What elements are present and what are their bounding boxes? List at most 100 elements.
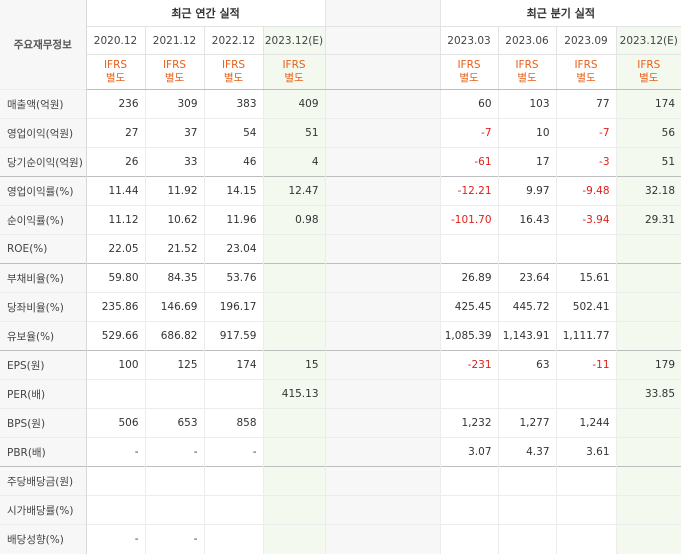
table-row: 당기순이익(억원) 26 33 46 4 -61 17 -3 51 (0, 147, 681, 177)
annual-value-cell (203, 379, 263, 409)
ifrs-standard-label: IFRS 별도 (555, 54, 617, 90)
quarter-value-cell (615, 263, 681, 293)
annual-value-cell (203, 466, 263, 496)
ifrs-bottom-label: 별도 (576, 72, 596, 84)
row-label: 주당배당금(원) (0, 466, 87, 496)
spacer-cell (324, 234, 441, 264)
row-label: 순이익률(%) (0, 205, 87, 235)
quarter-value-cell: 1,277 (497, 408, 557, 438)
annual-value-cell (203, 524, 263, 554)
annual-value-cell: 11.44 (85, 176, 145, 206)
annual-value-cell: 23.04 (203, 234, 263, 264)
table-row: 매출액(억원) 236 309 383 409 60 103 77 174 (0, 89, 681, 119)
row-label: 시가배당률(%) (0, 495, 87, 525)
annual-value-cell: 15 (262, 350, 326, 380)
spacer-cell (324, 205, 441, 235)
annual-value-cell: 686.82 (144, 321, 204, 351)
quarter-value-cell (439, 495, 499, 525)
annual-value-cell (85, 495, 145, 525)
annual-value-cell (203, 495, 263, 525)
annual-value-cell: 37 (144, 118, 204, 148)
ifrs-standard-label: IFRS 별도 (85, 54, 145, 90)
period-quarter-0: 2023.03 (439, 26, 499, 55)
row-label: 배당성향(%) (0, 524, 87, 554)
annual-value-cell (262, 234, 326, 264)
ifrs-top-label: IFRS (103, 59, 128, 71)
ifrs-bottom-label: 별도 (223, 72, 244, 84)
period-quarter-1: 2023.06 (497, 26, 557, 55)
ifrs-bottom-label: 별도 (105, 72, 126, 84)
quarter-value-cell (439, 524, 499, 554)
ifrs-standard-label: IFRS 별도 (144, 54, 204, 90)
annual-value-cell: - (85, 524, 145, 554)
annual-value-cell (144, 495, 204, 525)
quarter-value-cell: 103 (497, 89, 557, 119)
quarter-value-cell: 1,232 (439, 408, 499, 438)
table-row: 영업이익(억원) 27 37 54 51 -7 10 -7 56 (0, 118, 681, 148)
ifrs-top-label: IFRS (515, 59, 539, 71)
period-quarter-2: 2023.09 (555, 26, 617, 55)
annual-value-cell (262, 408, 326, 438)
accounting-standard-row: IFRS 별도 IFRS 별도 IFRS 별도 IFRS 별도 IFRS 별도 IFRS 별도 IFRS… (0, 54, 681, 90)
ifrs-standard-label: IFRS 별도 (203, 54, 263, 90)
row-label: BPS(원) (0, 408, 87, 438)
spacer-cell (324, 89, 441, 119)
quarter-value-cell: -3.94 (555, 205, 617, 235)
annual-value-cell: 22.05 (85, 234, 145, 264)
annual-value-cell: 0.98 (262, 205, 326, 235)
annual-value-cell: 53.76 (203, 263, 263, 293)
annual-value-cell (262, 466, 326, 496)
spacer-cell (324, 292, 441, 322)
annual-value-cell: 33 (144, 147, 204, 177)
quarter-value-cell (555, 234, 617, 264)
period-header-row: 2020.12 2021.12 2022.12 2023.12(E) 2023.… (0, 26, 681, 55)
quarter-value-cell: 10 (497, 118, 557, 148)
quarter-value-cell: 32.18 (615, 176, 681, 206)
table-row: PBR(배) - - -3.07 4.37 3.61 (0, 437, 681, 467)
row-label: PBR(배) (0, 437, 87, 467)
ifrs-standard-label: IFRS 별도 (262, 54, 326, 90)
table-row: ROE(%) 22.05 21.52 23.04 (0, 234, 681, 264)
annual-value-cell: 54 (203, 118, 263, 148)
period-annual-estimate: 2023.12(E) (262, 26, 326, 55)
quarter-value-cell (555, 524, 617, 554)
quarter-value-cell: 56 (615, 118, 681, 148)
quarter-value-cell: 3.61 (555, 437, 617, 467)
quarter-value-cell (615, 321, 681, 351)
annual-value-cell: 14.15 (203, 176, 263, 206)
annual-value-cell: 529.66 (85, 321, 145, 351)
quarter-value-cell (555, 495, 617, 525)
ifrs-top-label: IFRS (221, 59, 246, 71)
quarter-value-cell: 9.97 (497, 176, 557, 206)
row-label: 당좌비율(%) (0, 292, 87, 322)
ifrs-top-label: IFRS (574, 59, 598, 71)
annual-value-cell: 4 (262, 147, 326, 177)
spacer-cell (324, 524, 441, 554)
quarter-group-title: 최근 분기 실적 (439, 0, 681, 27)
table-row: 유보율(%) 529.66 686.82 917.59 1,085.39 1,143.91… (0, 321, 681, 351)
quarter-value-cell: 33.85 (615, 379, 681, 409)
annual-value-cell: 27 (85, 118, 145, 148)
table-row: EPS(원) 100 125 174 15 -231 63 -11 179 (0, 350, 681, 380)
ifrs-top-label: IFRS (457, 59, 481, 71)
row-label: EPS(원) (0, 350, 87, 380)
annual-value-cell (85, 466, 145, 496)
annual-value-cell: 51 (262, 118, 326, 148)
annual-value-cell: - (203, 437, 263, 467)
table-row: 부채비율(%) 59.80 84.35 53.76 26.89 23.64 15.61 (0, 263, 681, 293)
annual-group-title: 최근 연간 실적 (85, 0, 326, 27)
quarter-value-cell: -3 (555, 147, 617, 177)
annual-value-cell: 146.69 (144, 292, 204, 322)
annual-value-cell: - (85, 437, 145, 467)
quarter-value-cell: -9.48 (555, 176, 617, 206)
row-label: 유보율(%) (0, 321, 87, 351)
annual-value-cell: 10.62 (144, 205, 204, 235)
table-row: PER(배) 415.13 33.85 (0, 379, 681, 409)
annual-value-cell: 858 (203, 408, 263, 438)
quarter-value-cell: -7 (439, 118, 499, 148)
quarter-value-cell (497, 495, 557, 525)
financial-summary-table: 주요재무정보 최근 연간 실적 최근 분기 실적 2020.12 2021.12… (0, 0, 681, 556)
annual-value-cell: 46 (203, 147, 263, 177)
table-row: 영업이익률(%) 11.44 11.92 14.15 12.47 -12.21 9.97 -9… (0, 176, 681, 206)
spacer-cell (324, 54, 441, 90)
